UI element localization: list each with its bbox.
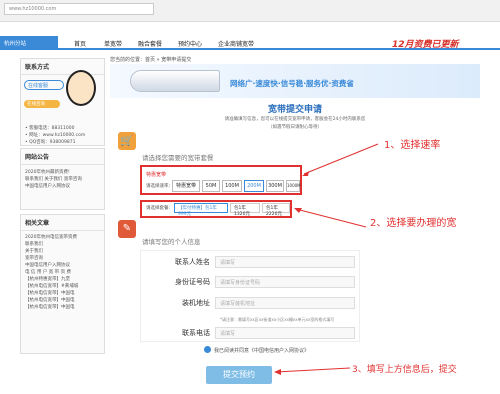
step2-title: 请填写您的个人信息 (142, 238, 201, 246)
related-item[interactable]: 联系我们 (21, 241, 104, 248)
related-item[interactable]: 【杭州特惠宽带】九堡 (21, 276, 104, 283)
service-avatar (66, 70, 96, 106)
rate-option[interactable]: 300M (266, 180, 284, 192)
name-field[interactable]: 请填写 (215, 256, 355, 268)
phone-label: 联系电话 (182, 329, 210, 337)
related-item[interactable]: 中国电信用户入网协议 (21, 262, 104, 269)
name-label: 联系人姓名 (175, 258, 210, 266)
package-option[interactable]: 包1年1320元 (230, 203, 260, 217)
breadcrumb: 您当前的位置：首页 » 宽带申请提交 (110, 57, 192, 63)
related-item[interactable]: 【杭州电信宽带】#黄埔城 (21, 283, 104, 290)
agree-text[interactable]: 我已阅读并同意《中国电信用户入网协议》 (214, 347, 309, 354)
agree-checkbox[interactable] (204, 346, 211, 353)
submit-button[interactable]: 提交预约 (206, 366, 272, 384)
rate-option[interactable]: 特惠宽带 (172, 180, 200, 192)
hot-tag: 特惠宽带 (146, 172, 167, 178)
related-articles: 相关文章 2020年杭州电信宽带资费 联系我们 关于我们 宽带咨询 中国电信用户… (20, 214, 105, 354)
contact-line: • 网址：www.hz10000.com (25, 133, 86, 138)
step1-title: 请选择您需要的宽带套餐 (142, 154, 214, 162)
related-item[interactable]: 【杭州电信宽带】中国电 (21, 290, 104, 297)
hero-slogan: 网络广·速度快·信号稳·服务优·资费省 (230, 79, 354, 88)
contact-line: • 客服电话：88311000 (25, 126, 75, 131)
id-label: 身份证号码 (175, 278, 210, 286)
related-item[interactable]: 【杭州电信宽带】中国电 (21, 297, 104, 304)
related-item[interactable]: 宽带咨询 (21, 255, 104, 262)
nav-booking[interactable]: 预约中心 (178, 39, 202, 48)
notice-item[interactable]: 2020年杭州最新资费! (21, 169, 104, 176)
cart-icon: 🛒 (118, 132, 136, 150)
notice-item[interactable]: 中国电信用户入网协议 (21, 183, 104, 190)
annotation-arrow-2 (294, 208, 367, 228)
pen-icon: ✎ (118, 220, 136, 238)
rate-label: 请选择速率： (146, 184, 173, 189)
related-item[interactable]: 2020年杭州电信宽带资费 (21, 234, 104, 241)
rate-option-selected[interactable]: 200M (244, 180, 264, 192)
related-title: 相关文章 (21, 215, 104, 231)
notice-title: 网站公告 (21, 149, 104, 165)
annotation-step3: 3、填写上方信息后，提交 (352, 365, 457, 375)
nav-single-broadband[interactable]: 单宽带 (104, 39, 122, 48)
url-field[interactable]: www.hz10000.com (4, 3, 154, 15)
annotation-arrow-1 (302, 143, 379, 176)
nav-home[interactable]: 首页 (74, 39, 86, 48)
promo-banner: 12月资费已更新 (392, 40, 459, 50)
online-service-button[interactable]: 在线客服 (24, 80, 64, 90)
intro-text-note: （如遇节假日请耐心等待） (268, 125, 322, 130)
nav-bundle[interactable]: 融合套餐 (138, 39, 162, 48)
address-field[interactable]: 请填写装机地址 (215, 297, 355, 309)
related-item[interactable]: 电 信 用 户 宽 带 资 费 (21, 269, 104, 276)
notice-box: 网站公告 2020年杭州最新资费! 联系我们 关于我们 宽带咨询 中国电信用户入… (20, 148, 105, 210)
address-label: 装机地址 (182, 299, 210, 307)
intro-text: 请准确填写信息，您可以在线提交宽带申请，客服会在24小时内联系您 (224, 117, 366, 122)
package-option[interactable]: 包1年2220元 (262, 203, 290, 217)
annotation-arrow-3 (274, 367, 351, 375)
contact-line: • QQ咨询：938009871 (25, 140, 76, 145)
annotation-step2: 2、选择要办理的宽 (370, 218, 457, 229)
rate-option[interactable]: 100M (222, 180, 242, 192)
address-hint: *请注意：需填写xx区xx街道xx小区xx幢xx单元xx室的格式填写 (220, 317, 335, 322)
package-label: 请选择套餐： (146, 206, 173, 211)
site-brand[interactable]: 杭州分站 (0, 36, 58, 50)
contact-title: 联系方式 (21, 59, 104, 75)
related-item[interactable]: 【杭州电信宽带】中国电 (21, 304, 104, 311)
package-option-selected[interactable]: 【年付特惠】包1年999元 (174, 203, 228, 217)
rate-option[interactable]: 1000M (286, 180, 301, 192)
related-item[interactable]: 关于我们 (21, 248, 104, 255)
annotation-step1: 1、选择速率 (384, 140, 441, 151)
notice-item[interactable]: 联系我们 关于我们 宽带咨询 (21, 176, 104, 183)
phone-field[interactable]: 请填写 (215, 327, 355, 339)
rate-option[interactable]: 50M (202, 180, 220, 192)
page-title: 宽带提交申请 (267, 105, 322, 115)
id-field[interactable]: 请填写身份证号码 (215, 276, 355, 288)
train-graphic (130, 70, 220, 92)
nav-enterprise[interactable]: 企业商铺宽带 (218, 39, 254, 48)
online-chat-button[interactable]: 在线咨询 (24, 100, 60, 108)
